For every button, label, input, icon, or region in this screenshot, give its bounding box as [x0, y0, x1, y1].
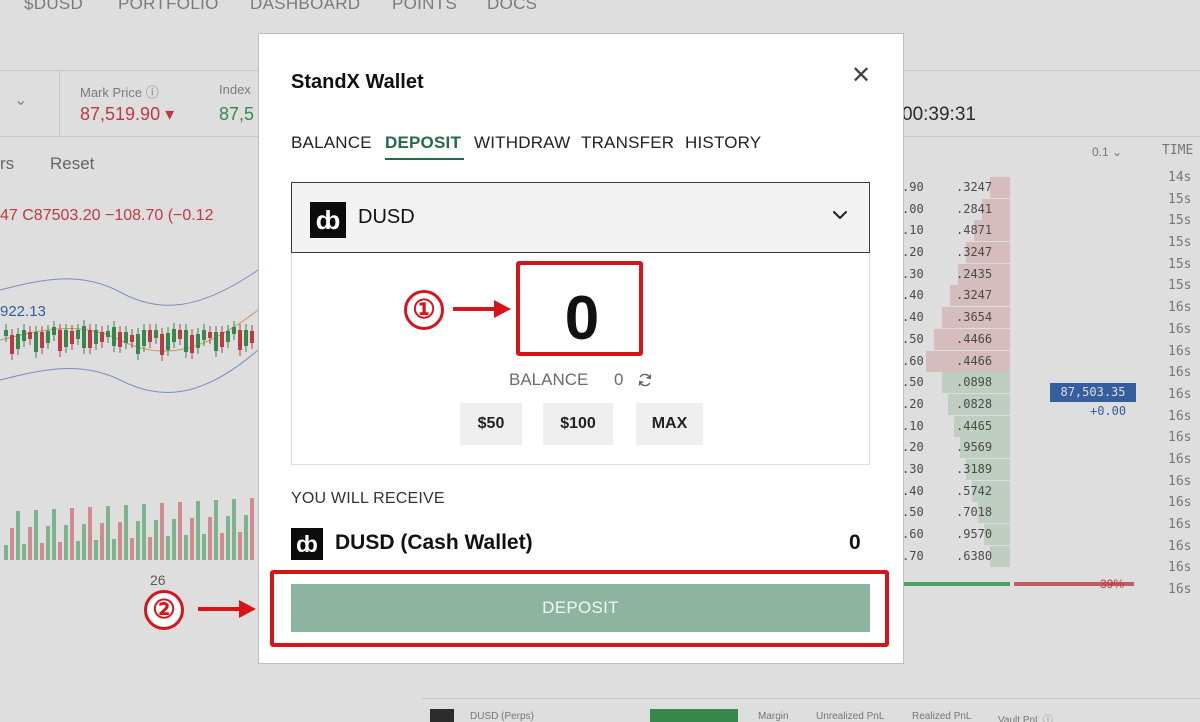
receive-amount: 0: [849, 531, 861, 554]
annotation-arrow-icon: [198, 600, 256, 618]
tab-history[interactable]: HISTORY: [685, 133, 761, 153]
quick-amount-100-button[interactable]: $100: [543, 403, 613, 445]
balance-label: BALANCE: [509, 370, 589, 389]
annotation-highlight-deposit: [270, 570, 889, 647]
annotation-step-1: ①: [404, 290, 444, 330]
close-icon[interactable]: ✕: [849, 64, 873, 88]
chevron-down-icon: [833, 211, 847, 219]
annotation-arrow-icon: [453, 300, 511, 318]
modal-title: StandX Wallet: [291, 71, 424, 93]
quick-amount-max-button[interactable]: MAX: [636, 403, 703, 445]
balance-row: BALANCE 0: [292, 370, 871, 392]
receive-token-name: DUSD (Cash Wallet): [335, 531, 533, 554]
tab-transfer[interactable]: TRANSFER: [581, 133, 674, 153]
balance-value: 0: [614, 370, 624, 389]
dusd-logo-icon: ȸ: [310, 202, 346, 238]
receive-label: YOU WILL RECEIVE: [291, 490, 445, 507]
tab-deposit[interactable]: DEPOSIT: [385, 133, 461, 153]
active-tab-underline: [385, 158, 464, 160]
annotation-highlight-amount: [516, 261, 643, 356]
token-name: DUSD: [358, 206, 415, 228]
quick-amount-50-button[interactable]: $50: [460, 403, 522, 445]
token-select[interactable]: ȸ DUSD: [291, 182, 870, 253]
tab-balance[interactable]: BALANCE: [291, 133, 372, 153]
tab-withdraw[interactable]: WITHDRAW: [474, 133, 570, 153]
annotation-step-2: ②: [144, 590, 184, 630]
dusd-logo-icon: ȸ: [291, 528, 323, 560]
refresh-icon[interactable]: [637, 372, 653, 388]
